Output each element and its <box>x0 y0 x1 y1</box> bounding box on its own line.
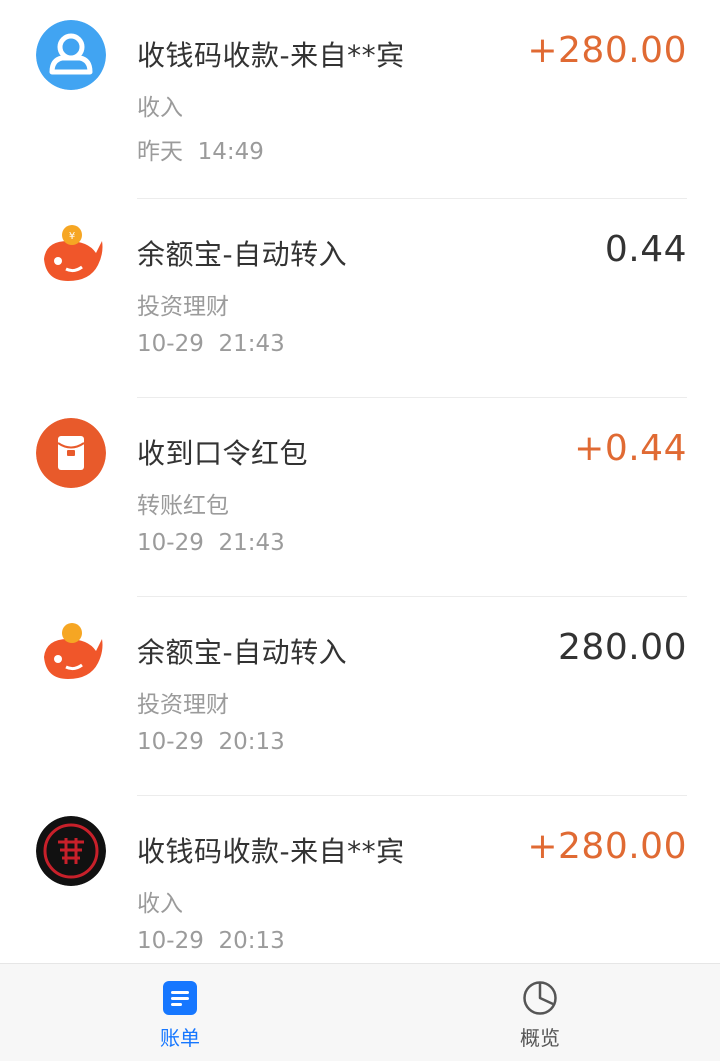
user-avatar-icon <box>36 20 106 90</box>
transaction-amount: +280.00 <box>527 30 687 71</box>
bottom-tab-bar: 账单 概览 <box>0 963 720 1061</box>
transaction-time: 10-29 20:13 <box>137 729 285 755</box>
transaction-amount: +280.00 <box>527 826 687 867</box>
transaction-category: 投资理财 <box>137 692 229 718</box>
transaction-time: 昨天 14:49 <box>137 139 264 165</box>
transaction-list[interactable]: 收钱码收款-来自**宾 收入 昨天 14:49 +280.00 ¥ 余额宝-自动… <box>0 0 720 963</box>
transaction-amount: 280.00 <box>558 627 687 668</box>
transaction-title: 收钱码收款-来自**宾 <box>137 835 405 868</box>
tab-overview[interactable]: 概览 <box>360 964 720 1061</box>
transaction-category: 收入 <box>137 95 183 121</box>
yuebao-fish-icon <box>36 617 106 687</box>
transaction-title: 余额宝-自动转入 <box>137 636 348 669</box>
transaction-time: 10-29 21:43 <box>137 331 285 357</box>
transaction-row[interactable]: 余额宝-自动转入 投资理财 10-29 20:13 280.00 <box>0 597 720 796</box>
tab-overview-label: 概览 <box>520 1026 560 1050</box>
transaction-amount: 0.44 <box>604 229 687 270</box>
transaction-row[interactable]: 收钱码收款-来自**宾 收入 10-29 20:13 +280.00 <box>0 796 720 963</box>
transaction-title: 收到口令红包 <box>137 437 309 470</box>
transaction-category: 转账红包 <box>137 493 229 519</box>
transaction-row[interactable]: 收到口令红包 转账红包 10-29 21:43 +0.44 <box>0 398 720 597</box>
tab-bill[interactable]: 账单 <box>0 964 360 1061</box>
transaction-row[interactable]: 收钱码收款-来自**宾 收入 昨天 14:49 +280.00 <box>0 0 720 199</box>
transaction-title: 收钱码收款-来自**宾 <box>137 39 405 72</box>
transaction-category: 收入 <box>137 891 183 917</box>
transaction-time: 10-29 20:13 <box>137 928 285 954</box>
yuebao-fish-icon: ¥ <box>36 219 106 289</box>
transaction-row[interactable]: ¥ 余额宝-自动转入 投资理财 10-29 21:43 0.44 <box>0 199 720 398</box>
transaction-time: 10-29 21:43 <box>137 530 285 556</box>
pie-chart-icon <box>522 980 558 1016</box>
svg-text:¥: ¥ <box>69 231 75 242</box>
transaction-category: 投资理财 <box>137 294 229 320</box>
transaction-amount: +0.44 <box>574 428 687 469</box>
bill-page: 收钱码收款-来自**宾 收入 昨天 14:49 +280.00 ¥ 余额宝-自动… <box>0 0 720 1061</box>
bill-list-icon <box>162 980 198 1016</box>
transaction-title: 余额宝-自动转入 <box>137 238 348 271</box>
red-envelope-icon <box>36 418 106 488</box>
tab-bill-label: 账单 <box>160 1026 200 1050</box>
seal-logo-avatar <box>36 816 106 886</box>
